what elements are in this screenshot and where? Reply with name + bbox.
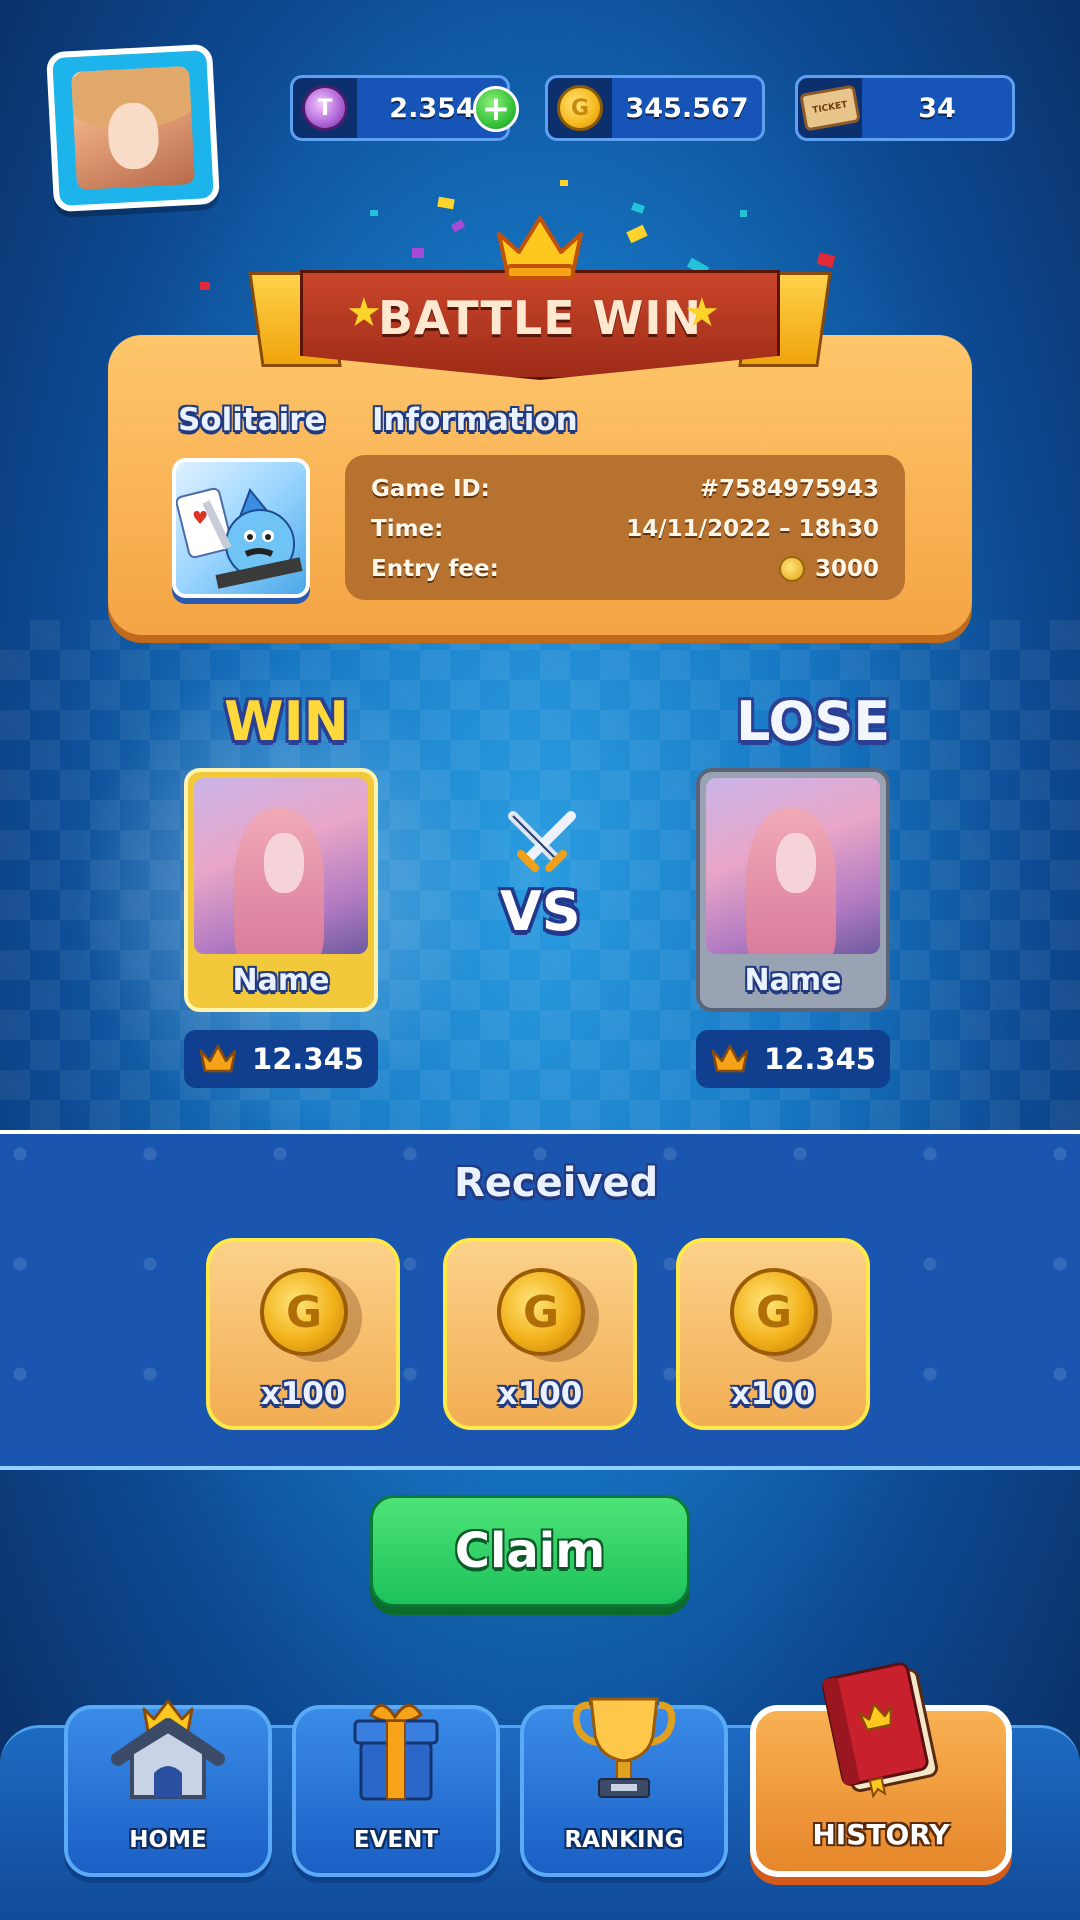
crown-icon [711,1044,749,1073]
confetti [740,210,747,217]
entry-fee-label: Entry fee: [371,556,499,582]
confetti [560,180,568,186]
coin-icon: G [557,85,603,131]
gift-icon [353,1704,439,1801]
nav-history-label: HISTORY [812,1818,950,1851]
svg-text:♥: ♥ [192,508,208,529]
reward-quantity: x100 [497,1376,583,1412]
vs-label: VS [500,880,581,943]
received-title: Received [454,1160,659,1206]
nav-ranking-label: RANKING [564,1827,684,1853]
gem-counter[interactable]: T 2.354 + [290,75,519,141]
entry-fee-value: 3000 [814,555,879,582]
confetti [626,224,648,244]
claim-label: Claim [454,1523,606,1579]
time-row: Time: 14/11/2022 – 18h30 [371,509,879,549]
loser-card[interactable]: Name [696,768,890,1012]
gold-coin-icon: G [730,1268,818,1356]
reward-quantity: x100 [260,1376,346,1412]
reward-card: G x100 [676,1238,870,1430]
entry-fee-row: Entry fee: 3000 [371,549,879,589]
gem-icon: T [302,85,348,131]
nav-history[interactable]: HISTORY [750,1662,1012,1877]
time-value: 14/11/2022 – 18h30 [626,516,879,542]
winner-score: 12.345 [184,1030,378,1088]
nav-home-label: HOME [129,1827,207,1853]
win-label: WIN [224,690,349,753]
game-information-box: Game ID: #7584975943 Time: 14/11/2022 – … [345,455,905,600]
confetti [630,202,646,214]
loser-score: 12.345 [696,1030,890,1088]
crossed-swords-icon [508,811,576,872]
star-icon: ★ [684,290,720,336]
star-icon: ★ [346,290,382,336]
winner-photo [194,778,368,954]
confetti [816,252,836,268]
reward-card: G x100 [443,1238,637,1430]
book-icon [821,1662,939,1799]
game-id-value: #7584975943 [699,476,879,502]
ticket-icon: TICKET [799,84,861,132]
solitaire-game-thumbnail: ♥ [172,458,310,598]
coin-value: 345.567 [625,92,749,124]
confetti [437,196,455,210]
loser-score-value: 12.345 [764,1042,876,1076]
game-screen: T 2.354 + G 345.567 TICKET 34 BATTLE WIN… [0,0,1080,1920]
reward-card: G x100 [206,1238,400,1430]
loser-photo [706,778,880,954]
game-id-row: Game ID: #7584975943 [371,469,879,509]
nav-ranking[interactable]: RANKING [520,1697,728,1877]
coin-icon [778,556,805,583]
game-name-label: Solitaire [178,402,326,438]
nav-event-label: EVENT [353,1827,439,1853]
time-label: Time: [371,516,444,542]
gold-coin-icon: G [497,1268,585,1356]
gold-coin-icon: G [260,1268,348,1356]
information-label: Information [372,402,578,438]
avatar-image [70,65,196,191]
confetti [450,219,466,233]
banner-title: BATTLE WIN [377,291,702,345]
winner-score-value: 12.345 [252,1042,364,1076]
claim-button[interactable]: Claim [370,1495,690,1607]
trophy-icon [572,1697,676,1798]
confetti [200,282,210,290]
home-icon [111,1699,225,1799]
ticket-value: 34 [918,92,956,124]
winner-card[interactable]: Name [184,768,378,1012]
coin-counter[interactable]: G 345.567 [545,75,765,141]
lose-label: LOSE [736,690,891,753]
nav-event[interactable]: EVENT [292,1704,500,1877]
crown-icon [199,1044,237,1073]
crown-icon [497,216,583,280]
winner-name: Name [232,962,330,998]
add-gems-button[interactable]: + [473,86,519,132]
player-avatar[interactable] [45,43,221,213]
game-id-label: Game ID: [371,476,490,502]
ticket-counter[interactable]: TICKET 34 [795,75,1015,141]
confetti [370,210,378,216]
loser-name: Name [744,962,842,998]
confetti [412,248,424,258]
reward-quantity: x100 [730,1376,816,1412]
nav-home[interactable]: HOME [64,1699,272,1877]
